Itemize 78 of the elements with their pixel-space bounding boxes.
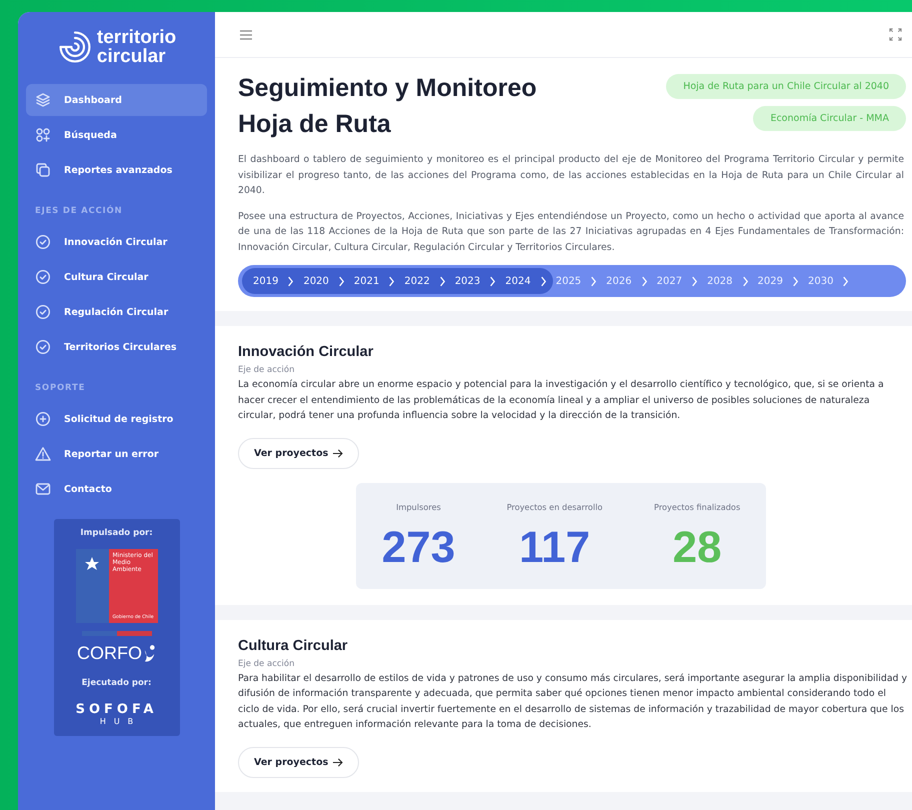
year-step[interactable]: 2028: [704, 276, 736, 286]
check-circle-icon: [35, 234, 51, 250]
chevron-icon: [388, 276, 396, 286]
sidebar-item[interactable]: Reportar un error: [26, 438, 207, 470]
shapes-icon: [35, 127, 51, 143]
chevron-icon: [489, 276, 496, 286]
warning-icon: [35, 446, 51, 462]
check-circle-icon: [35, 304, 51, 320]
sofofa-logo-text: SOFOFA: [76, 702, 158, 717]
check-circle-icon: [35, 269, 51, 285]
year-step[interactable]: 2023: [452, 276, 484, 286]
section-heading: SOPORTE: [34, 382, 86, 395]
stat-label: Proyectos en desarrollo: [506, 502, 603, 512]
year-step[interactable]: 2025: [552, 276, 584, 286]
chevron-icon: [842, 276, 850, 286]
logo-text: territorio circular: [96, 28, 176, 66]
year-step[interactable]: 2030: [804, 276, 836, 286]
section-title: Innovación Circular: [238, 344, 374, 360]
chevron-icon: [792, 276, 799, 286]
section-title: Cultura Circular: [238, 638, 349, 654]
corfo-logo-text: CORFO: [77, 643, 142, 664]
sidebar-item[interactable]: Contacto: [26, 473, 207, 505]
chevron-icon: [540, 276, 547, 286]
plus-circle-icon: [35, 411, 51, 427]
view-projects-button[interactable]: Ver proyectos: [238, 438, 360, 468]
section-subtitle: Eje de acción: [238, 658, 296, 668]
stat-label: Impulsores: [396, 502, 441, 512]
expand-icon[interactable]: [889, 28, 902, 41]
stat-value: 273: [382, 526, 456, 570]
sidebar-item[interactable]: Dashboard: [26, 84, 207, 116]
layers-icon: [35, 92, 51, 108]
stat-value: 117: [519, 526, 590, 570]
chevron-icon: [338, 276, 345, 286]
year-step[interactable]: 2026: [603, 276, 635, 286]
arrow-icon: [332, 758, 344, 766]
section-description: Para habilitar el desarrollo de estilos de vida y patrones de uso y consumo más circulares, será importante asegurar la amplia disponibilidad y difusión de información transparente y adecuada, que permita saber qué opciones tienen menor impacto ambiental considerando todo el ciclo de vida. Por ello, será crucial invertir fuertemente en el desarrollo de sistemas de información y trazabilidad de mayor cobertura que los actuales, que entreguen información relevante para la toma de decisiones.: [238, 672, 908, 732]
year-step[interactable]: 2021: [350, 276, 382, 286]
chevron-icon: [438, 276, 446, 286]
sponsor-label: Ejecutado por:: [82, 678, 152, 688]
sidebar-item[interactable]: Regulación Circular: [26, 296, 207, 328]
chevron-icon: [590, 276, 598, 286]
stat-label: Proyectos finalizados: [654, 502, 740, 512]
intro-paragraph: El dashboard o tablero de seguimiento y monitoreo es el principal producto del eje de Monitoreo del Programa Territorio Circular y permite visibilizar el progreso tanto, de las acciones del Programa como, de las acciones establecidas en la Hoja de Ruta para un Chile Circular al 2040.: [238, 153, 905, 198]
page-title: Seguimiento y Monitoreo Hoja de Ruta: [238, 73, 537, 140]
chevron-icon: [691, 276, 698, 286]
stat-value: 28: [672, 526, 722, 570]
chevron-icon: [742, 276, 749, 286]
sidebar-item[interactable]: Innovación Circular: [26, 226, 207, 258]
section-subtitle: Eje de acción: [238, 365, 296, 375]
intro-paragraph: Posee una estructura de Proyectos, Acciones, Iniciativas y Ejes entendiéndose un Proyecto, como un hecho o actividad que aporta al avance de una de las 118 Acciones de la Hoja de Ruta que son parte de las 27 Iniciativas agrupadas en 4 Ejes Fundamentales de Transformación: Innovación Circular, Cultura Circular, Regulación Circular y Territorios Circulares.: [238, 210, 905, 254]
section-description: La economía circular abre un enorme espacio y potencial para la investigación y el desarrollo científico y tecnológico, que, si se orienta a hacer crecer el entendimiento de las problemáticas de la economía lineal y a ampliar el universo de posibles soluciones de naturaleza circular, podrá tener una profunda influencia sobre la velocidad y la dirección de la transición.: [238, 378, 885, 423]
check-circle-icon: [35, 339, 51, 355]
figure-icon: [143, 644, 156, 664]
copy-icon: [35, 162, 51, 178]
swirl-logo-icon: [56, 29, 93, 65]
sponsor-label: Impulsado por:: [80, 528, 153, 538]
view-projects-button[interactable]: Ver proyectos: [238, 746, 360, 778]
sidebar-item[interactable]: Cultura Circular: [26, 261, 207, 293]
year-step[interactable]: 2024: [502, 276, 534, 286]
menu-icon[interactable]: [239, 28, 253, 40]
year-step[interactable]: 2022: [401, 276, 433, 286]
arrow-icon: [332, 448, 344, 458]
flag-stripe: [82, 631, 152, 636]
year-step[interactable]: 2019: [250, 276, 282, 286]
tag: Economía Circular - MMA: [753, 106, 906, 131]
sidebar-item[interactable]: Reportes avanzados: [26, 154, 207, 186]
chevron-icon: [640, 276, 648, 286]
year-step[interactable]: 2020: [300, 276, 332, 286]
hub-logo-text: HUB: [98, 717, 142, 726]
mail-icon: [35, 481, 51, 497]
sidebar-item[interactable]: Territorios Circulares: [26, 331, 207, 363]
chevron-icon: [287, 276, 294, 286]
sidebar-item[interactable]: Búsqueda: [26, 119, 207, 151]
section-heading: EJES DE ACCIÓN: [34, 204, 124, 218]
year-step[interactable]: 2029: [754, 276, 786, 286]
tag: Hoja de Ruta para un Chile Circular al 2040: [666, 74, 906, 99]
sidebar-item[interactable]: Solicitud de registro: [26, 403, 207, 435]
year-step[interactable]: 2027: [654, 276, 686, 286]
